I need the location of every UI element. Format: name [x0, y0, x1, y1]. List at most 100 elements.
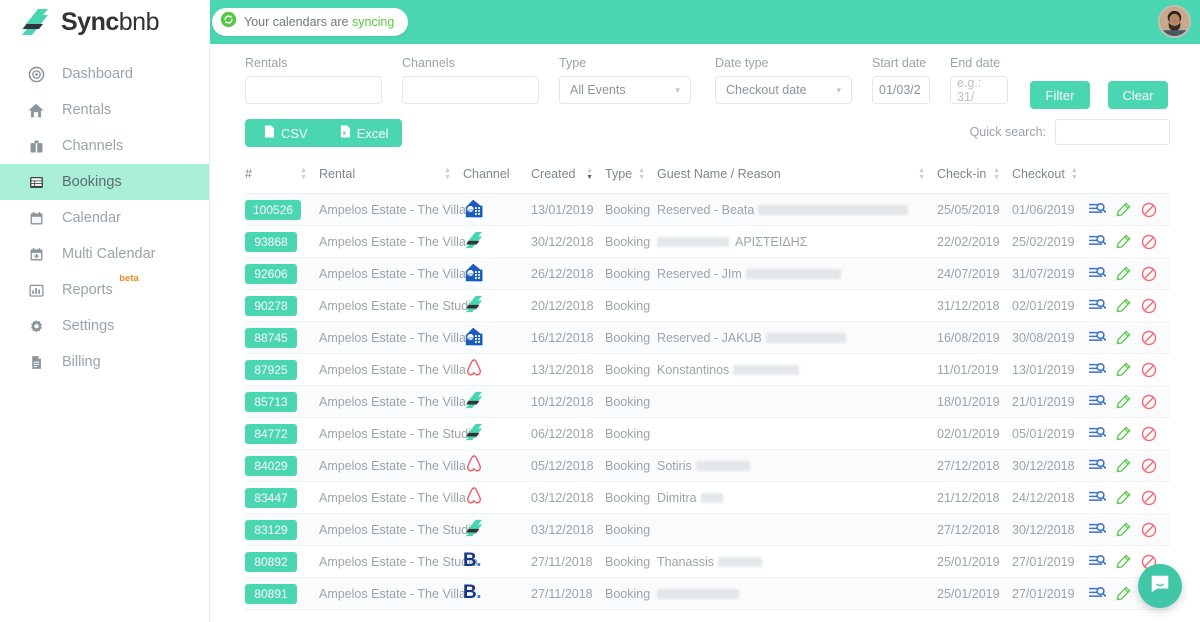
- column-header-checkin[interactable]: Check-in ▲ ▼: [937, 161, 1012, 194]
- column-header-checkout[interactable]: Checkout ▲ ▼: [1012, 161, 1087, 194]
- cancel-prohibited-icon[interactable]: [1139, 456, 1159, 476]
- table-row[interactable]: 80892 Ampelos Estate - The Studio B. 27/11/…: [245, 545, 1170, 578]
- booking-id-badge[interactable]: 80892: [245, 551, 297, 572]
- cancel-prohibited-icon[interactable]: [1139, 200, 1159, 220]
- type-select[interactable]: All Events ▾: [559, 76, 691, 104]
- sort-icon[interactable]: ▲ ▼: [586, 167, 593, 181]
- booking-id-badge[interactable]: 80891: [245, 583, 297, 604]
- edit-pencil-icon[interactable]: [1113, 552, 1133, 572]
- end-date-input[interactable]: e.g.: 31/: [950, 76, 1008, 104]
- booking-id-badge[interactable]: 93868: [245, 231, 297, 252]
- clear-button[interactable]: Clear: [1108, 81, 1168, 109]
- sidebar-item-calendar[interactable]: Calendar: [0, 200, 209, 236]
- edit-pencil-icon[interactable]: [1113, 264, 1133, 284]
- edit-pencil-icon[interactable]: [1113, 200, 1133, 220]
- booking-id-badge[interactable]: 83129: [245, 519, 297, 540]
- details-search-icon[interactable]: [1087, 232, 1107, 252]
- table-row[interactable]: 83447 Ampelos Estate - The Villa 03/12/201…: [245, 481, 1170, 514]
- cancel-prohibited-icon[interactable]: [1139, 296, 1159, 316]
- export-excel-button[interactable]: x Excel: [321, 119, 402, 147]
- booking-id-badge[interactable]: 87925: [245, 359, 297, 380]
- details-search-icon[interactable]: [1087, 264, 1107, 284]
- booking-id-badge[interactable]: 85713: [245, 391, 297, 412]
- edit-pencil-icon[interactable]: [1113, 584, 1133, 604]
- details-search-icon[interactable]: [1087, 360, 1107, 380]
- details-search-icon[interactable]: [1087, 456, 1107, 476]
- filter-button[interactable]: Filter: [1030, 81, 1090, 109]
- edit-pencil-icon[interactable]: [1113, 392, 1133, 412]
- start-date-input[interactable]: 01/03/2: [872, 76, 930, 104]
- booking-id-badge[interactable]: 84772: [245, 423, 297, 444]
- details-search-icon[interactable]: [1087, 328, 1107, 348]
- details-search-icon[interactable]: [1087, 424, 1107, 444]
- details-search-icon[interactable]: [1087, 488, 1107, 508]
- sort-icon[interactable]: ▲ ▼: [1071, 167, 1078, 181]
- cancel-prohibited-icon[interactable]: [1139, 520, 1159, 540]
- table-row[interactable]: 84029 Ampelos Estate - The Villa 05/12/201…: [245, 449, 1170, 482]
- intercom-chat-button[interactable]: [1138, 564, 1182, 608]
- cancel-prohibited-icon[interactable]: [1139, 488, 1159, 508]
- sidebar-item-multi-calendar[interactable]: Multi Calendar: [0, 236, 209, 272]
- date-type-select[interactable]: Checkout date ▾: [715, 76, 852, 104]
- booking-id-badge[interactable]: 88745: [245, 327, 297, 348]
- booking-id-badge[interactable]: 92606: [245, 263, 297, 284]
- avatar[interactable]: [1158, 5, 1191, 38]
- edit-pencil-icon[interactable]: [1113, 424, 1133, 444]
- table-row[interactable]: 84772 Ampelos Estate - The Studio 06/12/20…: [245, 417, 1170, 450]
- details-search-icon[interactable]: [1087, 552, 1107, 572]
- quick-search-input[interactable]: [1055, 119, 1170, 145]
- sidebar-item-reports[interactable]: Reports beta: [0, 272, 209, 308]
- edit-pencil-icon[interactable]: [1113, 520, 1133, 540]
- details-search-icon[interactable]: [1087, 392, 1107, 412]
- booking-id-badge[interactable]: 100526: [245, 199, 302, 220]
- cancel-prohibited-icon[interactable]: [1139, 424, 1159, 444]
- edit-pencil-icon[interactable]: [1113, 360, 1133, 380]
- table-row[interactable]: 90278 Ampelos Estate - The Studio 20/12/20…: [245, 289, 1170, 322]
- details-search-icon[interactable]: [1087, 520, 1107, 540]
- sort-icon[interactable]: ▲ ▼: [444, 167, 451, 181]
- brand-logo[interactable]: Syncbnb: [0, 0, 210, 44]
- column-header-type[interactable]: Type ▲ ▼: [605, 161, 657, 194]
- column-header-rental[interactable]: Rental ▲ ▼: [319, 161, 463, 194]
- sidebar-item-rentals[interactable]: Rentals: [0, 92, 209, 128]
- edit-pencil-icon[interactable]: [1113, 488, 1133, 508]
- cancel-prohibited-icon[interactable]: [1139, 392, 1159, 412]
- table-row[interactable]: 92606 Ampelos Estate - The Villa 10 26/12/2…: [245, 257, 1170, 290]
- sort-icon[interactable]: ▲ ▼: [918, 167, 925, 181]
- booking-id-badge[interactable]: 90278: [245, 295, 297, 316]
- table-row[interactable]: 85713 Ampelos Estate - The Villa 10/12/201…: [245, 385, 1170, 418]
- rentals-input[interactable]: [245, 76, 382, 104]
- table-row[interactable]: 100526 Ampelos Estate - The Villa 10 13/01/…: [245, 193, 1170, 226]
- table-row[interactable]: 80891 Ampelos Estate - The Villa B. 27/11/2…: [245, 577, 1170, 610]
- table-row[interactable]: 83129 Ampelos Estate - The Studio 03/12/20…: [245, 513, 1170, 546]
- edit-pencil-icon[interactable]: [1113, 232, 1133, 252]
- details-search-icon[interactable]: [1087, 200, 1107, 220]
- export-csv-button[interactable]: CSV: [245, 119, 321, 147]
- channels-input[interactable]: [402, 76, 539, 104]
- column-header-id[interactable]: # ▲ ▼: [245, 161, 319, 194]
- sidebar-item-bookings[interactable]: Bookings: [0, 164, 209, 200]
- cancel-prohibited-icon[interactable]: [1139, 360, 1159, 380]
- table-row[interactable]: 93868 Ampelos Estate - The Villa 30/12/201…: [245, 225, 1170, 258]
- table-row[interactable]: 87925 Ampelos Estate - The Villa 13/12/201…: [245, 353, 1170, 386]
- sidebar-item-dashboard[interactable]: Dashboard: [0, 56, 209, 92]
- column-header-guest[interactable]: Guest Name / Reason ▲ ▼: [657, 161, 937, 194]
- cancel-prohibited-icon[interactable]: [1139, 328, 1159, 348]
- sync-status-badge[interactable]: Your calendars are syncing: [212, 8, 409, 36]
- edit-pencil-icon[interactable]: [1113, 456, 1133, 476]
- booking-id-badge[interactable]: 83447: [245, 487, 297, 508]
- details-search-icon[interactable]: [1087, 584, 1107, 604]
- details-search-icon[interactable]: [1087, 296, 1107, 316]
- edit-pencil-icon[interactable]: [1113, 328, 1133, 348]
- sort-icon[interactable]: ▲ ▼: [638, 167, 645, 181]
- sidebar-item-settings[interactable]: Settings: [0, 308, 209, 344]
- booking-id-badge[interactable]: 84029: [245, 455, 297, 476]
- cancel-prohibited-icon[interactable]: [1139, 232, 1159, 252]
- sort-icon[interactable]: ▲ ▼: [993, 167, 1000, 181]
- sidebar-item-billing[interactable]: Billing: [0, 344, 209, 380]
- sidebar-item-channels[interactable]: Channels: [0, 128, 209, 164]
- edit-pencil-icon[interactable]: [1113, 296, 1133, 316]
- table-row[interactable]: 88745 Ampelos Estate - The Villa 10 16/12/2…: [245, 321, 1170, 354]
- cancel-prohibited-icon[interactable]: [1139, 264, 1159, 284]
- column-header-created[interactable]: Created ▲ ▼: [531, 161, 605, 194]
